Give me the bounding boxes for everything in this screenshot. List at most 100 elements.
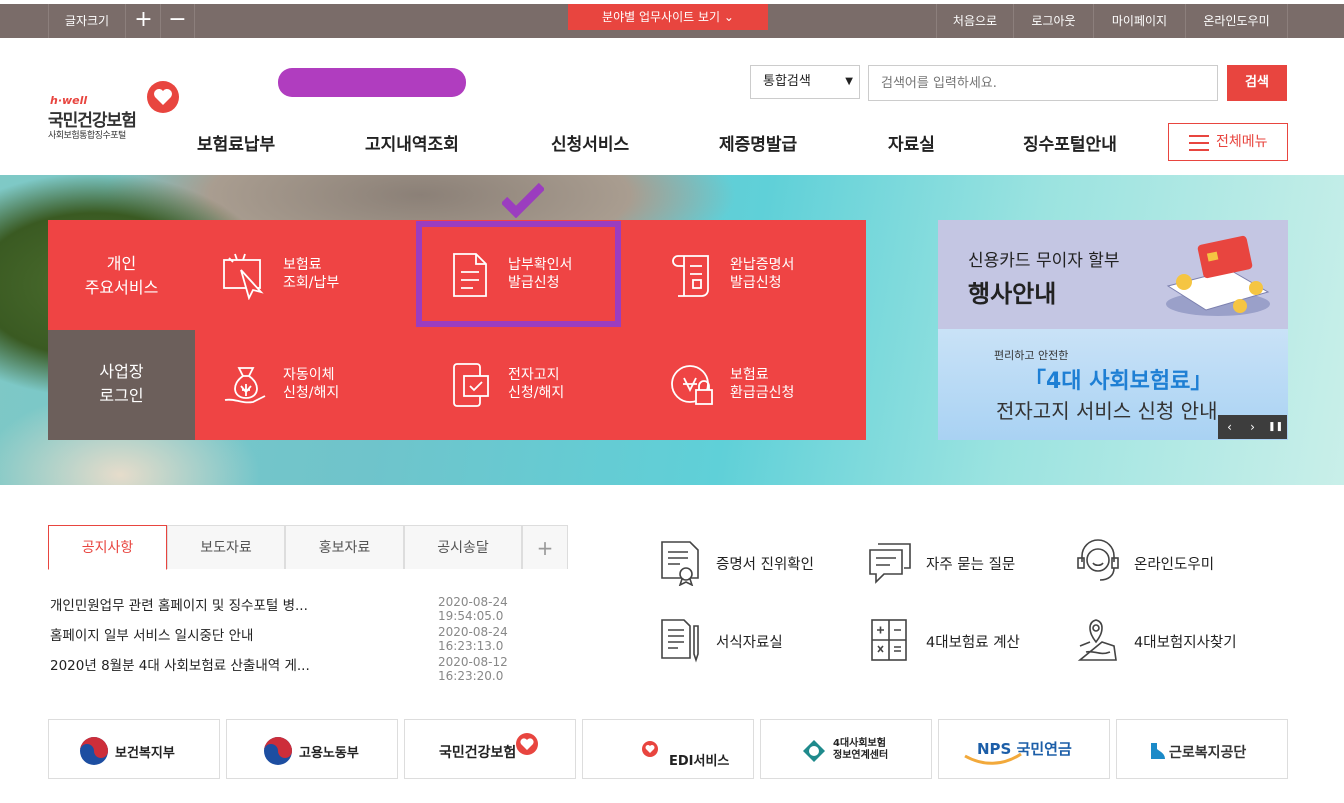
- footer-logo-text: 국민건강보험: [439, 745, 517, 761]
- footer-logo-nps[interactable]: NPS 국민연금: [938, 719, 1110, 779]
- quick-link-label: 4대보험지사찾기: [1134, 635, 1237, 651]
- document-pen-icon: [661, 619, 699, 663]
- certificate-icon: [661, 541, 699, 586]
- service-line2: 조회/납부: [283, 275, 340, 291]
- news-title[interactable]: 홈페이지 일부 서비스 일시중단 안내: [50, 624, 253, 644]
- search-scope-select[interactable]: 통합검색 ▼: [750, 65, 860, 99]
- checkmark-icon: [502, 182, 544, 218]
- font-increase-button[interactable]: +: [127, 4, 161, 38]
- banner-line1: 신용카드 무이자 할부: [968, 251, 1120, 271]
- banner-line3: 전자고지 서비스 신청 안내: [996, 399, 1218, 423]
- footer-logo-text: 4대사회보험 정보연계센터: [833, 738, 889, 761]
- quick-link-cert-verify[interactable]: 증명서 진위확인: [658, 538, 838, 588]
- service-line2: 신청/해지: [283, 385, 340, 401]
- footer-logo-comwel[interactable]: 근로복지공단: [1116, 719, 1288, 779]
- quick-link-label: 온라인도우미: [1134, 557, 1215, 573]
- home-link[interactable]: 처음으로: [936, 4, 1013, 38]
- linkage-center-icon: [803, 740, 825, 762]
- news-title[interactable]: 개인민원업무 관련 홈페이지 및 징수포털 병...: [50, 594, 308, 614]
- business-login-text: 사업장 로그인: [99, 362, 144, 405]
- tab-notices[interactable]: 공지사항: [48, 525, 167, 570]
- hamburger-icon: [1189, 135, 1209, 151]
- quick-link-calculator[interactable]: 4대보험료 계산: [868, 616, 1048, 666]
- comwel-icon: [1151, 743, 1165, 759]
- service-line2: 발급신청: [730, 275, 782, 291]
- footer-logo-nhis[interactable]: 국민건강보험: [404, 719, 576, 779]
- service-e-notice[interactable]: 전자고지신청/해지: [420, 330, 630, 440]
- news-title[interactable]: 2020년 8월분 4대 사회보험료 산출내역 게...: [50, 654, 310, 674]
- all-menu-label: 전체메뉴: [1216, 134, 1268, 150]
- logo-subtitle: 사회보험통합징수포털: [48, 131, 126, 141]
- quick-link-label: 증명서 진위확인: [716, 557, 814, 573]
- tab-press[interactable]: 보도자료: [167, 525, 285, 569]
- service-refund[interactable]: 보험료 환급금신청: [642, 330, 852, 440]
- nps-swoosh-icon: [964, 752, 1022, 765]
- service-line2: 신청/해지: [508, 385, 565, 401]
- banner-line2: 행사안내: [968, 280, 1057, 308]
- news-date: 2020-08-12 16:23:20.0: [438, 655, 508, 683]
- heart-logo-icon: [147, 81, 179, 113]
- search-button[interactable]: 검색: [1227, 65, 1287, 101]
- gnb-item-certificates[interactable]: 제증명발급: [719, 130, 797, 155]
- gnb-item-portal-guide[interactable]: 징수포털안내: [1023, 130, 1117, 155]
- refund-lock-icon: [671, 365, 713, 405]
- taeguk-icon: [264, 737, 292, 765]
- mypage-link[interactable]: 마이페이지: [1093, 4, 1185, 38]
- field-site-label: 분야별 업무사이트 보기: [602, 10, 721, 24]
- search-input[interactable]: [868, 65, 1218, 101]
- quick-link-online-helper[interactable]: 온라인도우미: [1076, 538, 1256, 588]
- quick-link-branch-finder[interactable]: 4대보험지사찾기: [1076, 616, 1256, 666]
- online-helper-link[interactable]: 온라인도우미: [1185, 4, 1288, 38]
- tab-public-notice[interactable]: 공시송달: [404, 525, 522, 569]
- footer-logo-mohw[interactable]: 보건복지부: [48, 719, 220, 779]
- news-date: 2020-08-24 16:23:13.0: [438, 625, 508, 653]
- banner-card-installment[interactable]: 신용카드 무이자 할부 행사안내: [938, 220, 1288, 329]
- footer-logo-text: 보건복지부: [115, 746, 175, 761]
- more-button[interactable]: +: [522, 525, 568, 569]
- map-pin-icon: [1077, 619, 1117, 661]
- footer-logo-text: EDI서비스: [669, 754, 730, 769]
- service-line2: 환급금신청: [730, 385, 795, 401]
- gnb-item-application[interactable]: 신청서비스: [551, 130, 629, 155]
- list-item[interactable]: 홈페이지 일부 서비스 일시중단 안내 2020-08-24 16:23:13.…: [50, 624, 570, 653]
- service-full-payment-cert[interactable]: 완납증명서발급신청: [642, 220, 852, 330]
- site-logo[interactable]: h·well 국민건강보험 사회보험통합징수포털: [48, 80, 188, 141]
- banner-pause-button[interactable]: ❚❚: [1264, 415, 1287, 439]
- quick-link-faq[interactable]: 자주 묻는 질문: [868, 538, 1048, 588]
- taeguk-icon: [80, 737, 108, 765]
- quick-link-label: 4대보험료 계산: [926, 635, 1020, 651]
- banner-line2: 「4대 사회보험료」: [1024, 369, 1213, 394]
- tab-promotion[interactable]: 홍보자료: [285, 525, 404, 569]
- chevron-down-icon: ▼: [845, 76, 853, 87]
- list-item[interactable]: 2020년 8월분 4대 사회보험료 산출내역 게... 2020-08-12 …: [50, 654, 570, 683]
- gnb-item-payment[interactable]: 보험료납부: [197, 130, 275, 155]
- footer-logo-edi[interactable]: EDI서비스: [582, 719, 754, 779]
- service-line1: 전자고지: [508, 367, 560, 383]
- business-login-button[interactable]: 사업장 로그인: [48, 330, 195, 440]
- heart-logo-icon: [642, 741, 658, 757]
- footer-logo-moel[interactable]: 고용노동부: [226, 719, 398, 779]
- headset-icon: [1077, 539, 1119, 581]
- all-menu-button[interactable]: 전체메뉴: [1168, 123, 1288, 161]
- news-date: 2020-08-24 19:54:05.0: [438, 595, 508, 623]
- mobile-check-icon: [453, 363, 489, 407]
- service-premium-inquiry[interactable]: 보험료 조회/납부: [195, 220, 405, 330]
- service-line1: 완납증명서: [730, 257, 795, 273]
- logout-link[interactable]: 로그아웃: [1013, 4, 1093, 38]
- scroll-certificate-icon: [672, 255, 709, 297]
- speech-bubble-icon: [869, 543, 911, 584]
- banner-next-button[interactable]: ›: [1241, 415, 1264, 439]
- font-decrease-button[interactable]: −: [161, 4, 195, 38]
- service-auto-transfer[interactable]: 자동이체신청/해지: [195, 330, 405, 440]
- field-site-dropdown[interactable]: 분야별 업무사이트 보기 ⌄: [568, 4, 768, 30]
- footer-logo-4insure[interactable]: 4대사회보험 정보연계센터: [760, 719, 932, 779]
- footer-logo-text: 근로복지공단: [1169, 745, 1247, 761]
- banner-prev-button[interactable]: ‹: [1218, 415, 1241, 439]
- personal-services-label: 개인 주요서비스: [48, 220, 195, 330]
- quick-link-forms[interactable]: 서식자료실: [658, 616, 838, 666]
- gnb-item-library[interactable]: 자료실: [888, 130, 935, 155]
- gnb-item-notice-inquiry[interactable]: 고지내역조회: [365, 130, 459, 155]
- list-item[interactable]: 개인민원업무 관련 홈페이지 및 징수포털 병... 2020-08-24 19…: [50, 594, 570, 623]
- money-bag-icon: [224, 367, 266, 404]
- service-line1: 자동이체: [283, 367, 335, 383]
